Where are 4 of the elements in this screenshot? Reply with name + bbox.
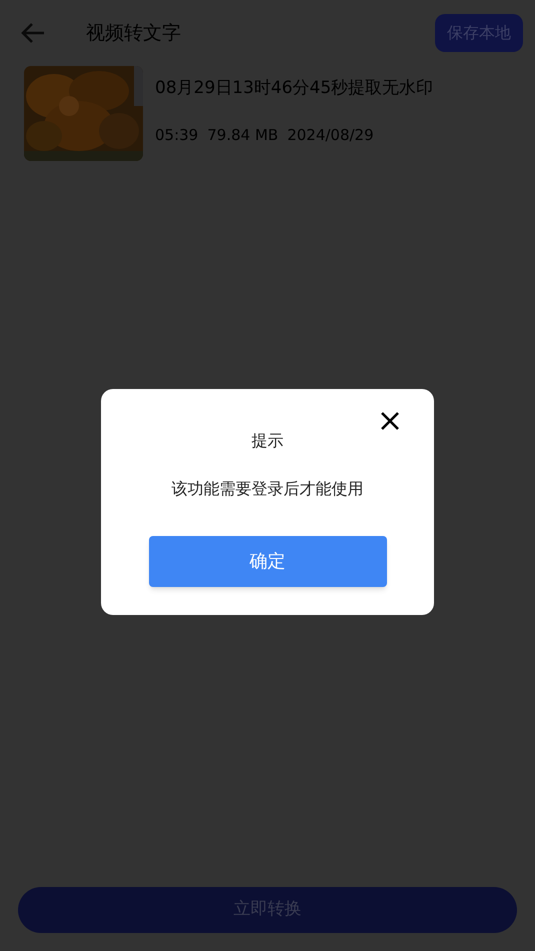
dialog-message: 该功能需要登录后才能使用 bbox=[172, 478, 364, 500]
close-icon[interactable] bbox=[381, 412, 399, 430]
confirm-button[interactable]: 确定 bbox=[148, 536, 386, 587]
dialog-title: 提示 bbox=[252, 430, 284, 452]
